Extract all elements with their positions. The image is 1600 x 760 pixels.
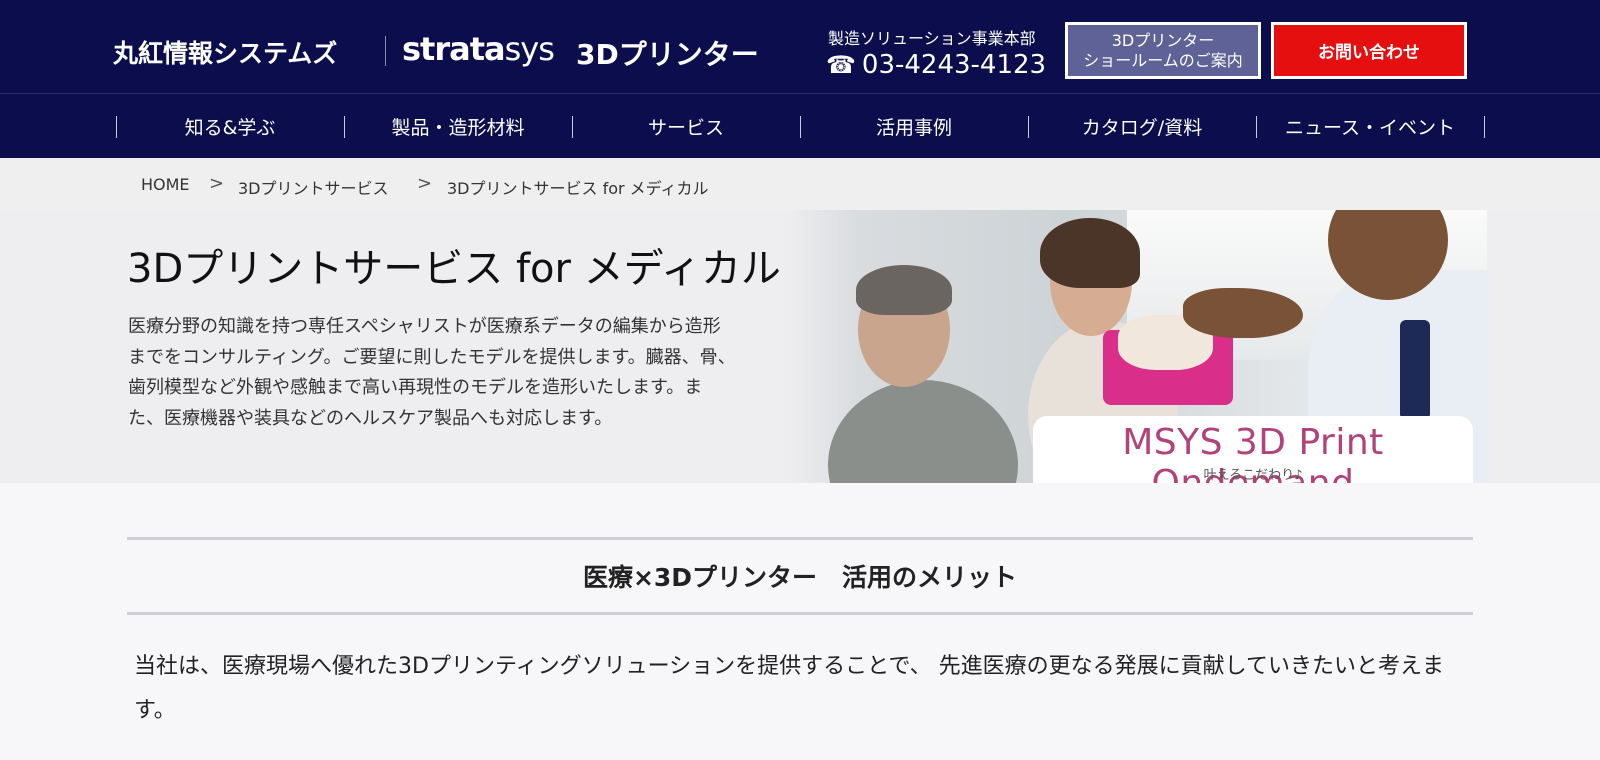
breadcrumb-separator: >: [417, 173, 433, 194]
logo-brand-light: sys: [504, 30, 555, 68]
nav-item-learn[interactable]: 知る&学ぶ: [116, 94, 344, 158]
photo-man-left-hair: [856, 265, 952, 315]
phone-text: 03-4243-4123: [861, 50, 1047, 80]
hero-photo: MSYS 3D Print Ondemand 叶えるこだわり♪: [788, 210, 1487, 483]
breadcrumb: HOME > 3Dプリントサービス > 3Dプリントサービス for メディカル: [0, 158, 1600, 210]
section-body: 当社は、医療現場へ優れた3Dプリンティングソリューションを提供することで、 先進…: [134, 654, 1444, 723]
main-nav: 知る&学ぶ 製品・造形材料 サービス 活用事例 カタログ/資料 ニュース・イベン…: [0, 93, 1600, 158]
breadcrumb-separator: >: [209, 173, 225, 194]
site-header: 丸紅情報システムズ stratasys 3Dプリンター 製造ソリューション事業本…: [0, 0, 1600, 93]
photo-man-left: [828, 380, 1018, 483]
photo-hand: [1183, 288, 1303, 338]
hero-description: 医療分野の知識を持つ専任スペシャリストが医療系データの編集から造形までをコンサル…: [128, 316, 736, 429]
section-title: 医療×3Dプリンター 活用のメリット: [582, 563, 1018, 592]
hero-section: 3Dプリントサービス for メディカル 医療分野の知識を持つ専任スペシャリスト…: [0, 210, 1600, 483]
company-logo[interactable]: 丸紅情報システムズ: [113, 34, 337, 70]
page-title: 3Dプリントサービス for メディカル: [127, 246, 781, 292]
nav-item-catalog[interactable]: カタログ/資料: [1028, 94, 1256, 158]
nav-item-products[interactable]: 製品・造形材料: [344, 94, 572, 158]
stratasys-logo[interactable]: stratasys: [402, 30, 555, 68]
department-label: 製造ソリューション事業本部: [828, 29, 1036, 48]
section-rule-top: [127, 537, 1473, 540]
ondemand-banner: MSYS 3D Print Ondemand 叶えるこだわり♪: [1033, 416, 1473, 483]
product-logo[interactable]: 3Dプリンター: [576, 33, 759, 73]
breadcrumb-home[interactable]: HOME: [141, 175, 190, 194]
banner-subtitle: 叶えるこだわり♪: [1203, 468, 1303, 483]
phone-number: ☎ 03-4243-4123: [826, 50, 1046, 80]
nav-item-cases[interactable]: 活用事例: [800, 94, 1028, 158]
photo-tie: [1400, 320, 1430, 420]
breadcrumb-print-service[interactable]: 3Dプリントサービス: [238, 175, 389, 199]
nav-item-news[interactable]: ニュース・イベント: [1256, 94, 1484, 158]
breadcrumb-current: 3Dプリントサービス for メディカル: [447, 179, 709, 198]
logo-brand-bold: strata: [402, 30, 506, 68]
section-rule-bottom: [127, 612, 1473, 615]
contact-button[interactable]: お問い合わせ: [1271, 22, 1467, 79]
phone-icon: ☎: [826, 51, 856, 79]
nav-item-services[interactable]: サービス: [572, 94, 800, 158]
logo-divider: [385, 36, 386, 66]
nav-divider: [1484, 116, 1485, 138]
showroom-button[interactable]: 3Dプリンター ショールームのご案内: [1065, 22, 1261, 79]
photo-woman-hair: [1040, 218, 1140, 288]
